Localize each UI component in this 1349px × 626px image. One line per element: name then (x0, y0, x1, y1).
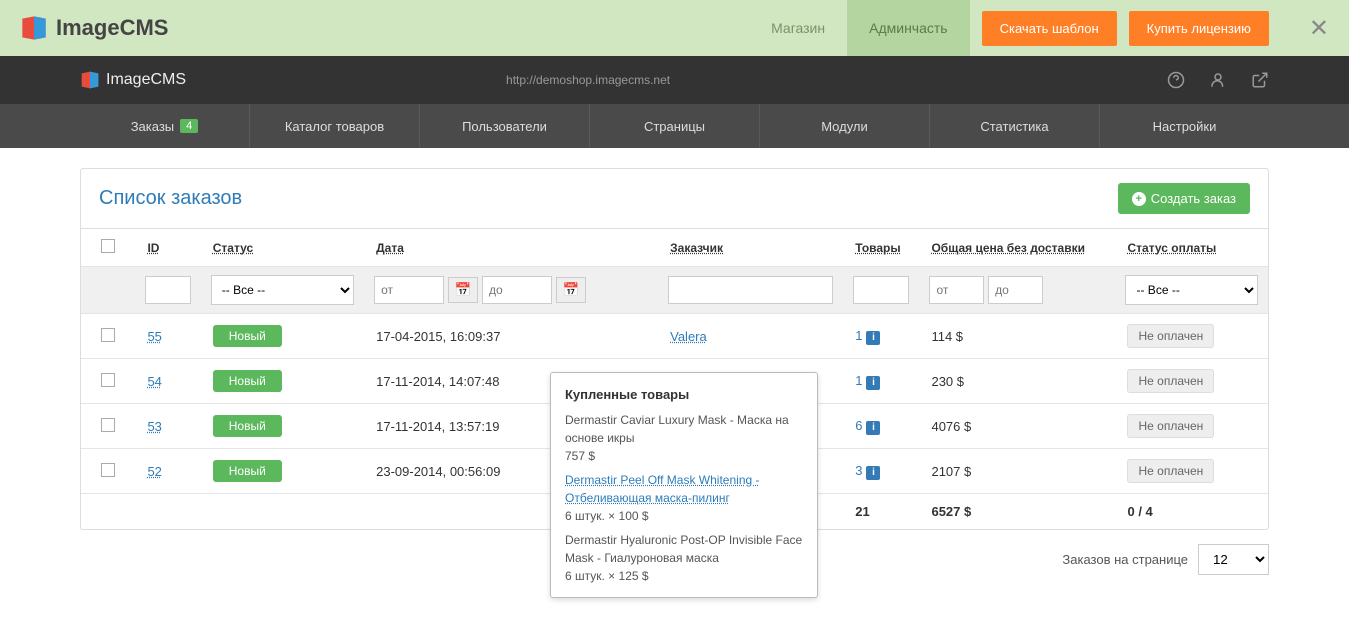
close-icon[interactable]: ✕ (1309, 14, 1329, 43)
info-icon[interactable]: i (866, 421, 880, 435)
filter-date-to[interactable] (482, 276, 552, 304)
pay-status-badge: Не оплачен (1127, 369, 1214, 393)
order-price: 230 $ (919, 359, 1115, 404)
total-price: 6527 $ (919, 494, 1115, 530)
order-price: 2107 $ (919, 449, 1115, 494)
tooltip-title: Купленные товары (565, 385, 803, 405)
logo-text: ImageCMS (56, 15, 168, 41)
tooltip-item-link[interactable]: Dermastir Peel Off Mask Whitening - Отбе… (565, 473, 760, 505)
pager-label: Заказов на странице (1062, 552, 1188, 567)
header-date[interactable]: Дата (376, 241, 404, 255)
menu-pages[interactable]: Страницы (590, 104, 760, 148)
info-icon[interactable]: i (866, 466, 880, 480)
download-template-button[interactable]: Скачать шаблон (982, 11, 1117, 46)
tooltip-item-qty: 6 штук. × 125 $ (565, 567, 803, 585)
table-row: 55 Новый 17-04-2015, 16:09:37 Valera 1i … (81, 314, 1268, 359)
menu-stats[interactable]: Статистика (930, 104, 1100, 148)
pay-status-badge: Не оплачен (1127, 414, 1214, 438)
tooltip-item-price: 757 $ (565, 447, 803, 465)
goods-tooltip: Купленные товары Dermastir Caviar Luxury… (550, 372, 818, 598)
goods-count: 1 (855, 328, 862, 343)
order-price: 114 $ (919, 314, 1115, 359)
status-badge: Новый (213, 325, 282, 347)
row-checkbox[interactable] (101, 418, 115, 432)
filter-price-from[interactable] (929, 276, 984, 304)
order-id-link[interactable]: 53 (147, 419, 161, 434)
tooltip-item: Dermastir Hyaluronic Post-OP Invisible F… (565, 531, 803, 567)
create-order-button[interactable]: Создать заказ (1118, 183, 1250, 214)
info-icon[interactable]: i (866, 376, 880, 390)
logo-small-text: ImageCMS (106, 71, 186, 89)
row-checkbox[interactable] (101, 373, 115, 387)
menu-orders[interactable]: Заказы4 (80, 104, 250, 148)
status-badge: Новый (213, 415, 282, 437)
calendar-from-icon[interactable]: 📅 (448, 277, 479, 303)
menu-settings[interactable]: Настройки (1100, 104, 1269, 148)
row-checkbox[interactable] (101, 463, 115, 477)
demo-url[interactable]: http://demoshop.imagecms.net (506, 73, 670, 87)
nav-shop[interactable]: Магазин (749, 0, 847, 56)
filter-customer-input[interactable] (668, 276, 833, 304)
tooltip-item: Dermastir Caviar Luxury Mask - Маска на … (565, 411, 803, 447)
external-link-icon[interactable] (1251, 71, 1269, 89)
calendar-to-icon[interactable]: 📅 (556, 277, 587, 303)
filter-id-input[interactable] (145, 276, 190, 304)
order-price: 4076 $ (919, 404, 1115, 449)
header-goods[interactable]: Товары (855, 241, 900, 255)
header-pay[interactable]: Статус оплаты (1127, 241, 1216, 255)
menu-catalog[interactable]: Каталог товаров (250, 104, 420, 148)
header-customer[interactable]: Заказчик (670, 241, 723, 255)
pay-status-badge: Не оплачен (1127, 459, 1214, 483)
customer-link[interactable]: Valera (670, 329, 707, 344)
select-all-checkbox[interactable] (101, 239, 115, 253)
pay-status-badge: Не оплачен (1127, 324, 1214, 348)
filter-date-from[interactable] (374, 276, 444, 304)
logo-main: ImageCMS (20, 14, 168, 42)
filter-goods-input[interactable] (853, 276, 909, 304)
order-id-link[interactable]: 55 (147, 329, 161, 344)
nav-admin[interactable]: Админчасть (847, 0, 969, 56)
status-badge: Новый (213, 370, 282, 392)
help-icon[interactable] (1167, 71, 1185, 89)
menu-modules[interactable]: Модули (760, 104, 930, 148)
goods-count: 6 (855, 418, 862, 433)
goods-count: 3 (855, 463, 862, 478)
goods-count: 1 (855, 373, 862, 388)
order-id-link[interactable]: 54 (147, 374, 161, 389)
page-title: Список заказов (99, 187, 242, 210)
filter-status-select[interactable]: -- Все -- (211, 275, 354, 305)
tooltip-item-qty: 6 штук. × 100 $ (565, 507, 803, 525)
total-pay: 0 / 4 (1115, 494, 1268, 530)
row-checkbox[interactable] (101, 328, 115, 342)
order-date: 17-04-2015, 16:09:37 (364, 314, 658, 359)
header-status[interactable]: Статус (213, 241, 253, 255)
user-icon[interactable] (1209, 71, 1227, 89)
header-total[interactable]: Общая цена без доставки (931, 241, 1085, 255)
filter-pay-select[interactable]: -- Все -- (1125, 275, 1258, 305)
header-id[interactable]: ID (147, 241, 159, 255)
order-id-link[interactable]: 52 (147, 464, 161, 479)
status-badge: Новый (213, 460, 282, 482)
pager-select[interactable]: 12 (1198, 544, 1269, 575)
orders-badge: 4 (180, 119, 198, 133)
logo-small: ImageCMS (80, 70, 186, 90)
buy-license-button[interactable]: Купить лицензию (1129, 11, 1269, 46)
total-goods: 21 (843, 494, 919, 530)
info-icon[interactable]: i (866, 331, 880, 345)
filter-price-to[interactable] (988, 276, 1043, 304)
menu-users[interactable]: Пользователи (420, 104, 590, 148)
